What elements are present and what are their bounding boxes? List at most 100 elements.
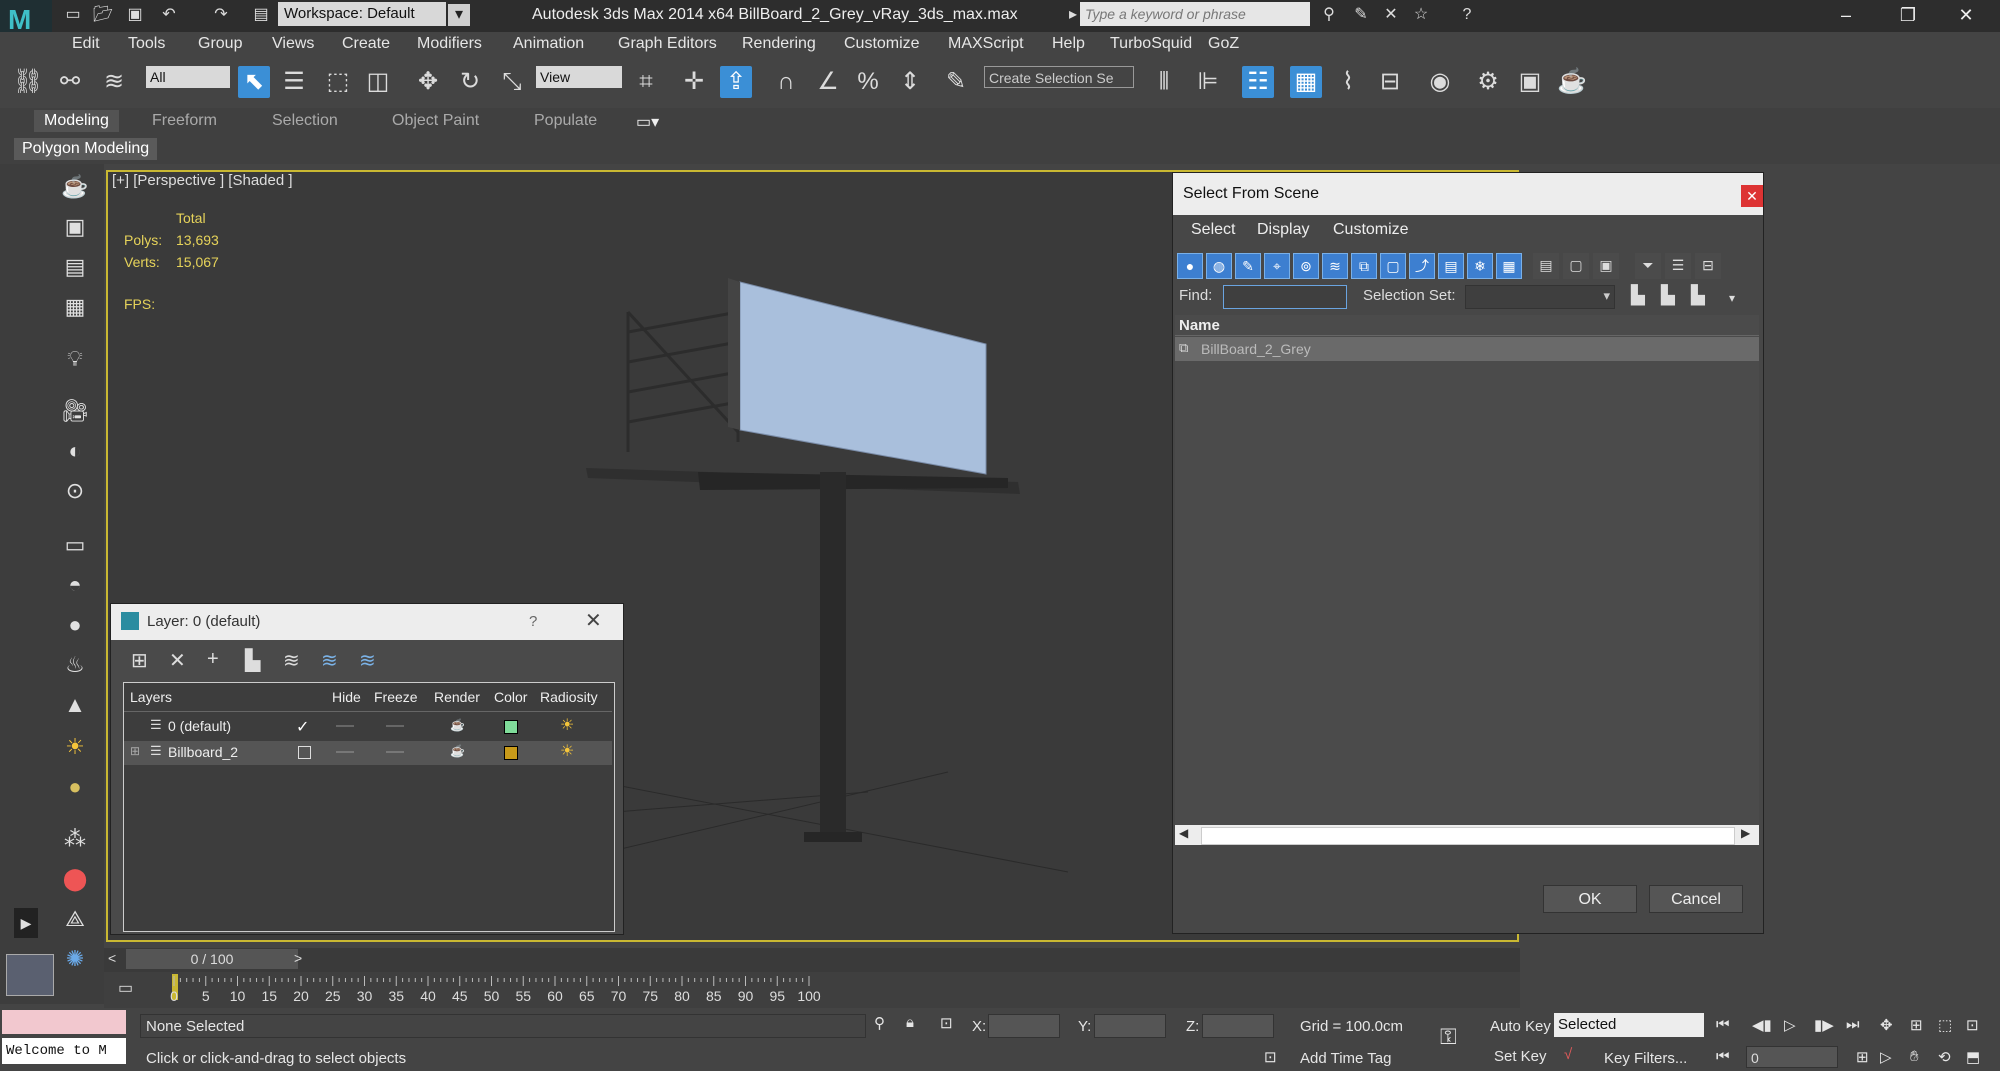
play-icon[interactable]: ▷	[1784, 1016, 1796, 1034]
time-config-icon[interactable]: ⊞	[1856, 1048, 1869, 1066]
name-column-header[interactable]: Name	[1179, 317, 1220, 334]
schematic-view-icon[interactable]: ⊟	[1374, 66, 1406, 98]
key-filter-dropdown[interactable]: Selected	[1554, 1013, 1704, 1037]
bind-space-warp-icon[interactable]: ≋	[98, 66, 130, 98]
menu-animation[interactable]: Animation	[513, 35, 584, 53]
display-hidden-icon[interactable]: ▦	[1496, 253, 1522, 279]
minimize-icon[interactable]: –	[1824, 3, 1868, 27]
teapot-icon[interactable]: ☕	[58, 172, 92, 202]
align-icon[interactable]: ⊫	[1192, 66, 1224, 98]
y-coordinate-field[interactable]	[1094, 1014, 1166, 1038]
key-filters-button[interactable]: Key Filters...	[1604, 1050, 1687, 1067]
layer-close-icon[interactable]: ✕	[585, 608, 602, 633]
column-config-icon[interactable]: ⊟	[1695, 253, 1721, 279]
sun-icon[interactable]: ☀	[58, 732, 92, 762]
hide-toggle[interactable]	[336, 725, 354, 727]
billboard-pole[interactable]	[820, 472, 846, 842]
radiosity-icon[interactable]: ☀	[560, 715, 574, 735]
rectangular-selection-icon[interactable]: ⬚	[322, 66, 354, 98]
next-frame-icon[interactable]: >	[294, 950, 302, 966]
menu-goz[interactable]: GoZ	[1208, 35, 1239, 53]
menu-tools[interactable]: Tools	[128, 35, 165, 53]
scroll-right-icon[interactable]: ▶	[1741, 826, 1750, 840]
isolate-selection-icon[interactable]: ⚲	[874, 1014, 885, 1032]
display-containers-icon[interactable]: ▤	[1438, 253, 1464, 279]
layer-help-button[interactable]: ?	[529, 613, 537, 630]
field-of-view-icon[interactable]: ▷	[1880, 1048, 1892, 1066]
active-layer-check-icon[interactable]: ✓	[296, 717, 309, 737]
menu-maxscript[interactable]: MAXScript	[948, 35, 1024, 53]
rendered-frame-window-icon[interactable]: ▣	[1514, 66, 1546, 98]
tab-populate[interactable]: Populate	[534, 112, 597, 130]
horizontal-scrollbar[interactable]: ◀ ▶	[1175, 825, 1759, 845]
display-bones-icon[interactable]: ⤴	[1409, 253, 1435, 279]
menu-group[interactable]: Group	[198, 35, 242, 53]
tab-freeform[interactable]: Freeform	[152, 112, 217, 130]
go-to-end-icon[interactable]: ⏭	[1846, 1016, 1860, 1033]
light-icon[interactable]: 💡︎	[58, 344, 92, 374]
menu-views[interactable]: Views	[272, 35, 314, 53]
default-tangent-icon[interactable]: √	[1564, 1046, 1572, 1063]
prev-frame-icon[interactable]: <	[108, 950, 116, 966]
add-to-selection-set-icon[interactable]: ▙	[1661, 285, 1675, 306]
tab-object-paint[interactable]: Object Paint	[392, 112, 479, 130]
find-input[interactable]	[1223, 285, 1347, 309]
active-layer-checkbox[interactable]	[298, 746, 311, 759]
time-slider[interactable]: < 0 / 100 >	[104, 948, 1520, 972]
highlight-layer-icon[interactable]: ≋	[283, 648, 300, 673]
select-object-icon[interactable]: ⬉	[238, 66, 270, 98]
edit-named-selection-icon[interactable]: ✎	[940, 66, 972, 98]
freeze-toggle[interactable]	[386, 751, 404, 753]
billboard-panel[interactable]	[739, 281, 987, 475]
camera-icon[interactable]: 🎥︎	[58, 396, 92, 426]
mirror-icon[interactable]: ⫴	[1148, 66, 1180, 98]
hierarchy-filter-icon[interactable]: ☰	[1665, 253, 1691, 279]
filter-icon[interactable]: ⏷	[1635, 253, 1661, 279]
move-icon[interactable]: ✥	[412, 66, 444, 98]
tab-modeling[interactable]: Modeling	[34, 110, 119, 132]
layer-column-render[interactable]: Render	[434, 689, 480, 705]
go-to-start-icon[interactable]: ⏮	[1716, 1016, 1730, 1033]
menu-customize[interactable]: Customize	[844, 35, 920, 53]
polygon-modeling-panel[interactable]: Polygon Modeling	[14, 138, 158, 160]
particles-icon[interactable]: ⁂	[58, 824, 92, 854]
select-manipulate-icon[interactable]: ✛	[678, 66, 710, 98]
zoom-icon[interactable]: ✥	[1880, 1016, 1893, 1034]
layer-name[interactable]: 0 (default)	[168, 718, 231, 734]
layer-row-default[interactable]: ☰ 0 (default) ✓ ☕ ☀	[124, 715, 612, 739]
angle-snap-icon[interactable]: ∠	[812, 66, 844, 98]
window-crossing-icon[interactable]: ◫	[362, 66, 394, 98]
curve-editor-icon[interactable]: ⌇	[1332, 66, 1364, 98]
add-time-tag[interactable]: Add Time Tag	[1300, 1050, 1391, 1067]
menu-edit[interactable]: Edit	[72, 35, 100, 53]
search-input[interactable]: Type a keyword or phrase	[1080, 2, 1310, 26]
rotate-icon[interactable]: ↻	[454, 66, 486, 98]
delete-layer-icon[interactable]: ✕	[169, 648, 186, 673]
remove-from-selection-set-icon[interactable]: ▙	[1691, 285, 1705, 306]
display-spacewarps-icon[interactable]: ≋	[1322, 253, 1348, 279]
layer-column-hide[interactable]: Hide	[332, 689, 361, 705]
z-coordinate-field[interactable]	[1202, 1014, 1274, 1038]
select-by-name-icon[interactable]: ☰	[278, 66, 310, 98]
save-file-icon[interactable]: ▣	[124, 4, 146, 26]
help-icon[interactable]: ?	[1456, 4, 1478, 26]
named-selection-dropdown[interactable]: Create Selection Se	[984, 66, 1134, 88]
menu-help[interactable]: Help	[1052, 35, 1085, 53]
render-teapot-icon[interactable]: ☕	[450, 718, 465, 732]
binoculars-icon[interactable]: ⚲	[1318, 4, 1340, 26]
maxscript-listener-pink[interactable]	[2, 1010, 126, 1034]
display-frozen-icon[interactable]: ❄	[1467, 253, 1493, 279]
selection-lock-icon[interactable]: 🔒︎	[906, 1014, 914, 1031]
properties-icon[interactable]: ▤	[58, 252, 92, 282]
select-objects-in-layer-icon[interactable]: ▙	[245, 648, 260, 673]
selection-set-dropdown[interactable]: ▾	[1465, 285, 1615, 309]
keyboard-shortcut-override-icon[interactable]: ⇪	[720, 66, 752, 98]
display-lights-icon[interactable]: ✎	[1235, 253, 1261, 279]
menu-graph-editors[interactable]: Graph Editors	[618, 35, 717, 53]
maximize-viewport-icon[interactable]: ⬒	[1966, 1048, 1980, 1066]
undo-icon[interactable]: ↶	[158, 4, 180, 26]
restore-icon[interactable]: ❐	[1886, 3, 1930, 27]
time-tag-icon[interactable]: ⊡	[1264, 1048, 1277, 1066]
select-from-scene-titlebar[interactable]: Select From Scene ✕	[1173, 173, 1763, 215]
half-sphere-icon[interactable]: ◐	[58, 436, 92, 466]
